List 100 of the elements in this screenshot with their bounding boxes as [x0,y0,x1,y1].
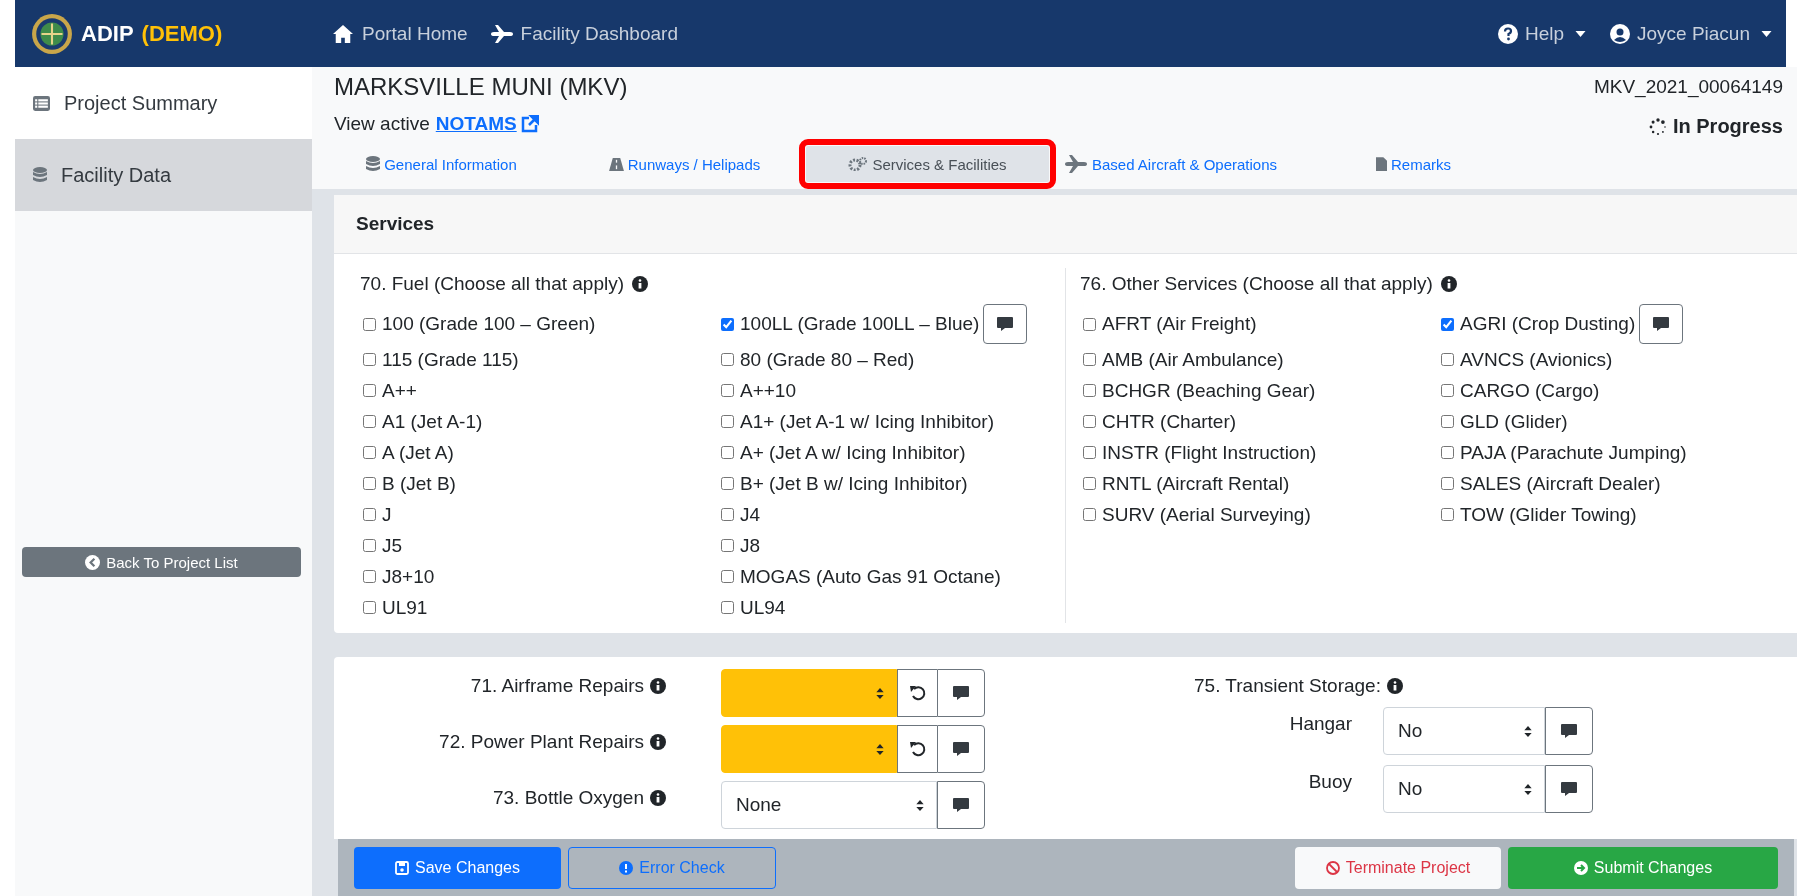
help-menu[interactable]: Help [1497,22,1586,45]
comment-button[interactable] [937,669,985,717]
option-label[interactable]: A+ (Jet A w/ Icing Inhibitor) [740,441,966,464]
select-field[interactable] [721,669,897,717]
checkbox[interactable] [363,539,376,552]
option-label[interactable]: 100LL (Grade 100LL – Blue) [740,313,980,335]
tab[interactable]: Runways / Helipads [563,146,806,182]
checkbox[interactable] [721,508,734,521]
comment-button[interactable] [1639,304,1684,344]
action-button[interactable]: Save Changes [354,846,561,889]
option-label[interactable]: 100 (Grade 100 – Green) [382,313,596,335]
checkbox[interactable] [363,601,376,614]
checkbox[interactable] [363,317,376,331]
checkbox[interactable] [1441,384,1454,397]
back-button[interactable]: Back To Project List [22,547,301,577]
checkbox[interactable] [363,446,376,459]
option-label[interactable]: AMB (Air Ambulance) [1102,348,1284,371]
notams-link[interactable]: NOTAMS [435,112,539,135]
user-menu[interactable]: Joyce Piacun [1610,22,1772,45]
checkbox[interactable] [1441,317,1454,331]
checkbox[interactable] [721,477,734,490]
status-label: In Progress [1672,115,1783,138]
select-field[interactable]: No [1383,707,1545,755]
option-label[interactable]: J8+10 [382,565,435,588]
comment-button[interactable] [937,725,985,773]
option-label[interactable]: J [382,503,392,526]
checkbox[interactable] [1441,353,1454,366]
checkbox[interactable] [721,539,734,552]
reset-button[interactable] [897,669,937,717]
option-label[interactable]: AGRI (Crop Dusting) [1460,313,1636,335]
checkbox[interactable] [363,477,376,490]
checkbox[interactable] [721,415,734,428]
option-label[interactable]: J8 [740,534,761,557]
comment-button[interactable] [937,781,985,829]
select-field[interactable]: No [1383,765,1545,813]
checkbox[interactable] [721,384,734,397]
reset-button[interactable] [897,725,937,773]
checkbox[interactable] [721,446,734,459]
checkbox[interactable] [721,353,734,366]
checkbox[interactable] [1441,477,1454,490]
option-label[interactable]: A1 (Jet A-1) [382,410,483,433]
option-label[interactable]: CHTR (Charter) [1102,410,1237,433]
option-label[interactable]: 115 (Grade 115) [382,348,519,371]
option-label[interactable]: AVNCS (Avionics) [1460,348,1613,371]
nav-link[interactable]: Portal Home [331,22,468,45]
sidebar-item[interactable]: Facility Data [15,139,312,211]
action-button[interactable]: Terminate Project [1295,846,1501,889]
option-label[interactable]: SALES (Aircraft Dealer) [1460,472,1661,495]
comment-button[interactable] [983,304,1028,344]
option-label[interactable]: INSTR (Flight Instruction) [1102,441,1317,464]
checkbox[interactable] [363,353,376,366]
option-label[interactable]: TOW (Glider Towing) [1460,503,1637,526]
checkbox[interactable] [363,570,376,583]
checkbox[interactable] [1083,384,1096,397]
option-label[interactable]: GLD (Glider) [1460,410,1568,433]
option-label[interactable]: J5 [382,534,403,557]
option-label[interactable]: BCHGR (Beaching Gear) [1102,379,1316,402]
option-label[interactable]: A (Jet A) [382,441,454,464]
option-label[interactable]: J4 [740,503,761,526]
user-avatar-icon [1610,23,1630,44]
option-label[interactable]: A++ [382,379,417,402]
option-label[interactable]: B+ (Jet B w/ Icing Inhibitor) [740,472,968,495]
option-label[interactable]: AFRT (Air Freight) [1102,313,1257,335]
checkbox[interactable] [1083,508,1096,521]
option-label[interactable]: 80 (Grade 80 – Red) [740,348,915,371]
checkbox[interactable] [721,570,734,583]
option-label[interactable]: CARGO (Cargo) [1460,379,1600,402]
select-field[interactable]: None [721,781,937,829]
checkbox[interactable] [1441,446,1454,459]
checkbox[interactable] [363,384,376,397]
tab[interactable]: Based Aircraft & Operations [1049,146,1292,182]
option-label[interactable]: PAJA (Parachute Jumping) [1460,441,1687,464]
option-label[interactable]: SURV (Aerial Surveying) [1102,503,1311,526]
option-label[interactable]: RNTL (Aircraft Rental) [1102,472,1290,495]
tab[interactable]: General Information [320,146,563,182]
checkbox[interactable] [1083,477,1096,490]
option-label[interactable]: A++10 [740,379,796,402]
tab[interactable]: Remarks [1292,146,1535,182]
checkbox[interactable] [1083,446,1096,459]
option-label[interactable]: B (Jet B) [382,472,456,495]
checkbox[interactable] [363,508,376,521]
option-label[interactable]: A1+ (Jet A-1 w/ Icing Inhibitor) [740,410,994,433]
option-label[interactable]: UL94 [740,596,786,619]
checkbox[interactable] [363,415,376,428]
select-field[interactable] [721,725,897,773]
checkbox[interactable] [1441,415,1454,428]
option-label[interactable]: MOGAS (Auto Gas 91 Octane) [740,565,1001,588]
checkbox[interactable] [1441,508,1454,521]
checkbox[interactable] [1083,353,1096,366]
comment-button[interactable] [1545,765,1593,813]
checkbox[interactable] [1083,317,1096,331]
checkbox[interactable] [1083,415,1096,428]
nav-link[interactable]: Facility Dashboard [489,22,678,45]
option-label[interactable]: UL91 [382,596,428,619]
help-icon [1497,23,1518,44]
brand-title[interactable]: ADIP [81,20,134,47]
sidebar-item[interactable]: Project Summary [15,67,312,139]
checkbox[interactable] [721,317,734,331]
comment-button[interactable] [1545,707,1593,755]
checkbox[interactable] [721,601,734,614]
